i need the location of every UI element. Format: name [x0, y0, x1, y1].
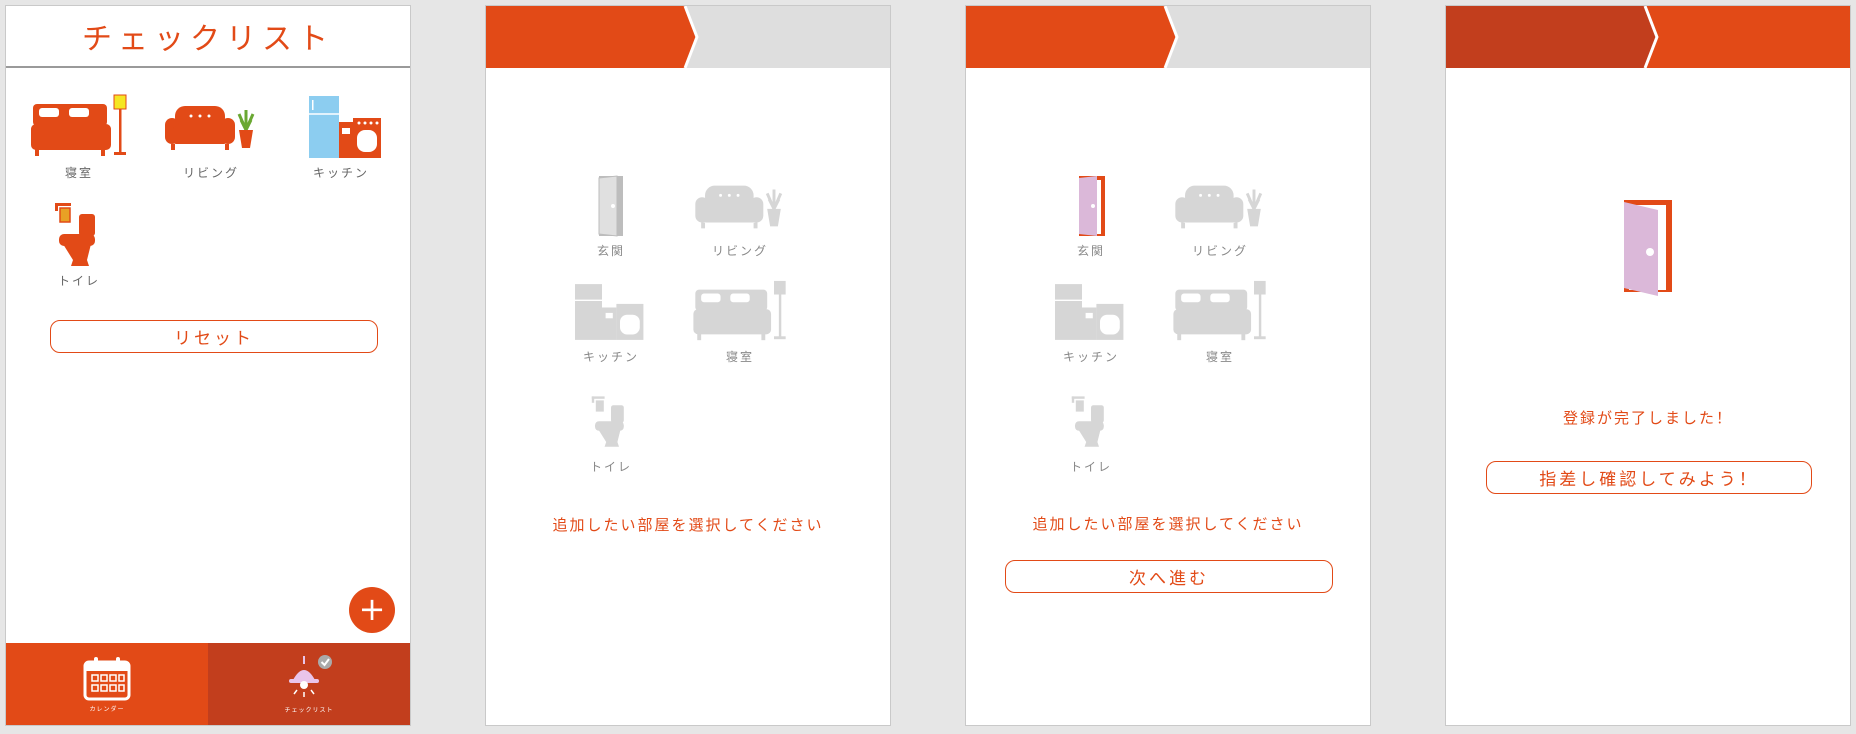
- lamp-check-icon: [289, 655, 332, 697]
- toilet-icon: [1071, 396, 1104, 447]
- page-title: チェックリスト: [82, 22, 334, 57]
- tab-calendar[interactable]: カレンダー: [6, 643, 208, 725]
- room-toilet[interactable]: トイレ: [24, 200, 134, 289]
- confirm-button[interactable]: 指差し確認してみよう！: [1486, 461, 1812, 494]
- instruction-text: 追加したい部屋を選択してください: [1032, 515, 1304, 533]
- kitchen-icon: [1055, 284, 1124, 340]
- sofa-icon: [1175, 185, 1263, 229]
- room-label: 寝室: [725, 350, 754, 364]
- tab-checklist[interactable]: チェックリスト: [208, 643, 410, 725]
- room-label: トイレ: [57, 274, 100, 288]
- select-room-screen: 玄関 リビング キッチン 寝室 トイレ 追加したい部屋を選択してください: [485, 5, 891, 726]
- registration-complete-screen: 登録が完了しました！ 指差し確認してみよう！: [1445, 5, 1851, 726]
- room-toilet[interactable]: トイレ: [556, 388, 666, 475]
- room-label: キッチン: [1062, 350, 1119, 364]
- room-label: キッチン: [312, 166, 369, 180]
- kitchen-icon: [575, 284, 644, 340]
- room-label: トイレ: [589, 460, 632, 474]
- add-button[interactable]: +: [349, 587, 395, 633]
- room-label: リビング: [711, 244, 768, 258]
- tab-label: チェックリスト: [284, 707, 334, 714]
- progress-bar: [966, 6, 1370, 68]
- room-label: リビング: [182, 166, 239, 180]
- room-label: リビング: [1191, 244, 1248, 258]
- progress-bar: [1446, 6, 1850, 68]
- instruction-text: 追加したい部屋を選択してください: [552, 516, 824, 534]
- header: チェックリスト: [6, 6, 410, 68]
- toilet-icon: [55, 203, 95, 266]
- door-open-icon: [1624, 200, 1672, 296]
- room-living[interactable]: リビング: [156, 92, 266, 181]
- room-label: 寝室: [1205, 350, 1234, 364]
- room-entrance[interactable]: 玄関: [556, 172, 666, 259]
- room-label: キッチン: [582, 350, 639, 364]
- next-button[interactable]: 次へ進む: [1005, 560, 1333, 593]
- toilet-icon: [591, 396, 624, 447]
- room-kitchen[interactable]: キッチン: [556, 278, 666, 365]
- room-toilet[interactable]: トイレ: [1036, 388, 1146, 475]
- progress-bar: [486, 6, 890, 68]
- room-bedroom[interactable]: 寝室: [1165, 278, 1275, 365]
- room-kitchen[interactable]: キッチン: [286, 92, 396, 181]
- room-label: 玄関: [596, 244, 625, 258]
- bed-icon: [1173, 280, 1266, 341]
- room-entrance-selected[interactable]: 玄関: [1036, 172, 1146, 259]
- bed-icon: [31, 94, 127, 156]
- tab-bar: カレンダー チェックリスト: [6, 643, 410, 725]
- completion-message: 登録が完了しました！: [1562, 409, 1733, 427]
- room-living[interactable]: リビング: [1165, 172, 1275, 259]
- reset-button[interactable]: リセット: [50, 320, 378, 353]
- door-icon: [1079, 176, 1105, 236]
- room-label: 寝室: [64, 166, 93, 180]
- bed-icon: [693, 280, 786, 341]
- checklist-screen: チェックリスト 寝室 リビング キッチン トイレ リセット + カレンダー チェ…: [5, 5, 411, 726]
- room-bedroom[interactable]: 寝室: [685, 278, 795, 365]
- door-icon: [598, 175, 623, 237]
- room-living[interactable]: リビング: [685, 172, 795, 259]
- room-kitchen[interactable]: キッチン: [1036, 278, 1146, 365]
- sofa-icon: [695, 185, 783, 229]
- room-label: 玄関: [1076, 244, 1105, 258]
- kitchen-icon: [309, 96, 381, 158]
- select-room-screen-selected: 玄関 リビング キッチン 寝室 トイレ 追加したい部屋を選択してください 次へ進…: [965, 5, 1371, 726]
- tab-label: カレンダー: [89, 706, 125, 713]
- room-label: トイレ: [1069, 460, 1112, 474]
- sofa-icon: [165, 106, 255, 150]
- room-bedroom[interactable]: 寝室: [24, 92, 134, 181]
- calendar-icon: [83, 657, 131, 701]
